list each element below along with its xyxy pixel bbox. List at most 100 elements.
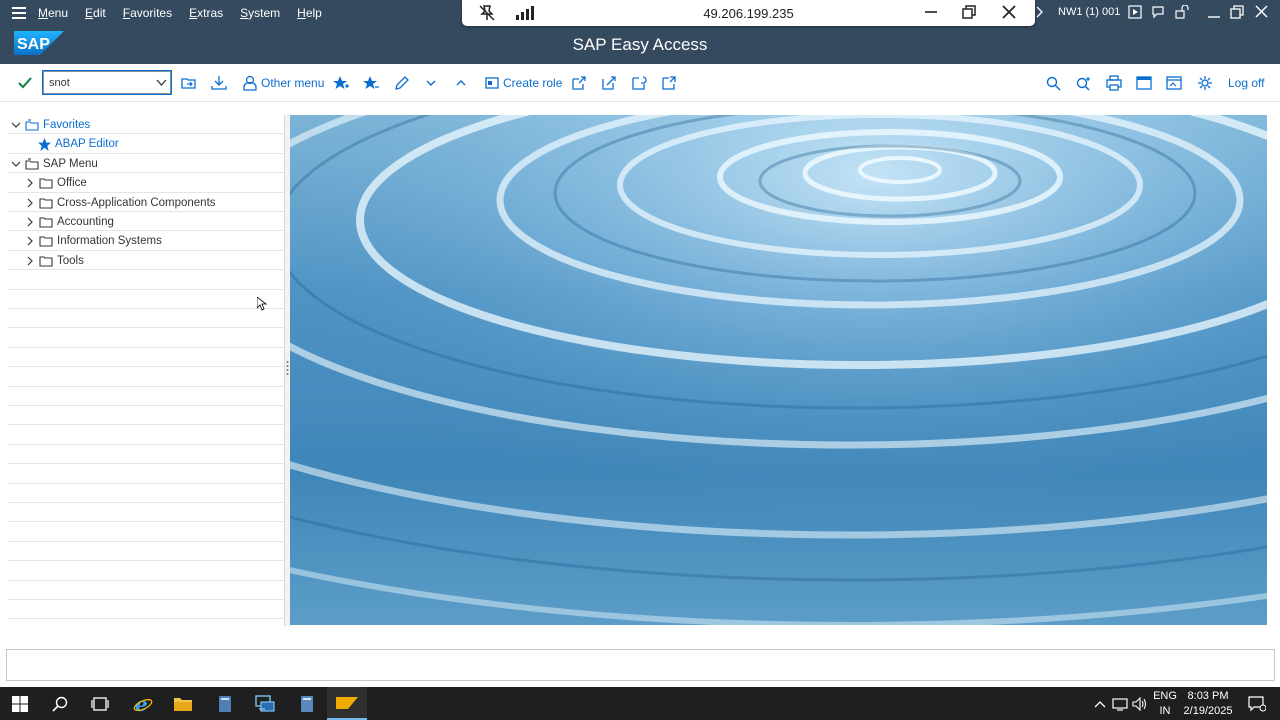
tree-row-tools[interactable]: Tools (8, 251, 285, 271)
chevron-right-icon[interactable] (24, 177, 36, 189)
windows-start-icon[interactable] (0, 687, 40, 720)
find-icon[interactable] (1046, 73, 1061, 93)
sap-gui-icon[interactable] (287, 687, 327, 720)
command-field[interactable] (42, 70, 172, 95)
remote-close-icon[interactable] (1002, 5, 1016, 22)
tree-row-empty (8, 522, 285, 542)
chevron-down-icon[interactable] (10, 119, 22, 131)
internet-explorer-icon[interactable]: e (123, 687, 163, 720)
windows-taskbar: e ENG IN 8:03 PM 2/19/2025 (0, 687, 1280, 720)
sap-close-icon[interactable] (1255, 5, 1268, 21)
folder-role-icon (25, 158, 39, 170)
assign-users-icon[interactable] (571, 73, 587, 93)
chevron-down-icon[interactable] (156, 77, 167, 91)
open-folder-icon[interactable] (181, 73, 197, 93)
file-explorer-icon[interactable] (163, 687, 203, 720)
tree-node[interactable]: Accounting (24, 214, 114, 230)
clock-date[interactable]: 2/19/2025 (1178, 705, 1238, 717)
create-role-icon (485, 77, 499, 89)
notifications-icon[interactable] (1242, 687, 1272, 720)
expand-subtree-icon[interactable] (631, 73, 647, 93)
tree-row-sap-menu[interactable]: SAP Menu (8, 154, 285, 174)
sap-minimize-icon[interactable] (1207, 5, 1221, 22)
system-client-label[interactable]: NW1 (1) 001 (1058, 6, 1120, 18)
remote-restore-icon[interactable] (962, 5, 976, 22)
menu-system[interactable]: System (240, 6, 280, 20)
edit-pencil-icon[interactable] (394, 73, 410, 93)
tree-node[interactable]: ABAP Editor (38, 136, 119, 152)
find-next-icon[interactable] (1076, 73, 1092, 93)
tree-node-label: Cross-Application Components (57, 196, 216, 209)
remote-desktop-icon[interactable] (245, 687, 285, 720)
tree-row-abap-editor[interactable]: ABAP Editor (8, 134, 285, 154)
chevron-up-icon[interactable] (1090, 687, 1110, 720)
chevron-right-icon[interactable] (24, 235, 36, 247)
tree-row-empty (8, 270, 285, 290)
new-session-icon[interactable] (1136, 73, 1152, 93)
task-view-icon[interactable] (80, 687, 120, 720)
tree-row-office[interactable]: Office (8, 173, 285, 193)
chevron-right-icon[interactable] (24, 216, 36, 228)
clock-time[interactable]: 8:03 PM (1178, 690, 1238, 702)
chevron-right-icon[interactable] (24, 197, 36, 209)
network-icon[interactable] (1110, 687, 1130, 720)
tree-row-empty (8, 484, 285, 503)
tree-row-information-systems[interactable]: Information Systems (8, 231, 285, 251)
tree-row-empty (8, 445, 285, 465)
tree-row-empty (8, 309, 285, 329)
tree-node-label: Information Systems (57, 235, 162, 248)
enter-check-icon[interactable] (17, 73, 33, 93)
delete-favorite-icon[interactable] (363, 73, 379, 93)
tree-node[interactable]: Favorites (10, 117, 90, 133)
chevron-right-icon[interactable] (1036, 6, 1044, 21)
tree-node[interactable]: Information Systems (24, 233, 162, 249)
lock-unlocked-icon[interactable] (1175, 4, 1189, 22)
print-icon[interactable] (1106, 73, 1122, 93)
status-bar (6, 649, 1275, 681)
search-icon[interactable] (40, 687, 80, 720)
tree-node[interactable]: Cross-Application Components (24, 195, 216, 211)
folder-icon (39, 217, 53, 228)
tree-node[interactable]: SAP Menu (10, 156, 98, 172)
customize-layout-icon[interactable] (1197, 73, 1213, 93)
menu-favorites[interactable]: Favorites (123, 6, 172, 20)
move-up-icon[interactable] (455, 73, 467, 93)
volume-icon[interactable] (1130, 687, 1150, 720)
tree-row-empty (8, 464, 285, 484)
star-icon (38, 137, 51, 151)
menu-extras[interactable]: Extras (189, 6, 223, 20)
hamburger-menu-icon[interactable] (0, 0, 38, 26)
move-down-icon[interactable] (425, 73, 437, 93)
tree-row-empty (8, 290, 285, 309)
sap-logon-icon[interactable] (205, 687, 245, 720)
menu-edit[interactable]: Edit (85, 6, 106, 20)
generate-shortcut-icon[interactable] (1166, 73, 1182, 93)
add-favorite-icon[interactable] (333, 73, 349, 93)
menu-menu[interactable]: Menu (38, 6, 68, 20)
create-role-button[interactable]: Create role (485, 73, 562, 93)
sap-restore-icon[interactable] (1230, 5, 1244, 22)
message-icon[interactable] (1151, 5, 1165, 22)
tree-row-empty (8, 387, 285, 406)
language-indicator-top[interactable]: ENG (1152, 690, 1178, 702)
tree-node[interactable]: Tools (24, 253, 84, 269)
splitter-grip-icon[interactable] (286, 360, 289, 379)
chevron-right-icon[interactable] (24, 255, 36, 267)
tree-row-empty (8, 600, 285, 620)
log-off-button[interactable]: Log off (1228, 76, 1264, 90)
documentation-icon[interactable] (601, 73, 617, 93)
tree-row-favorites[interactable]: Favorites (8, 115, 285, 135)
language-indicator-bottom[interactable]: IN (1152, 705, 1178, 717)
tree-row-cross-application[interactable]: Cross-Application Components (8, 193, 285, 212)
sap-easy-access-task-icon[interactable] (327, 687, 367, 720)
tree-row-accounting[interactable]: Accounting (8, 212, 285, 232)
chevron-down-icon[interactable] (10, 158, 22, 170)
remote-minimize-icon[interactable] (924, 3, 938, 20)
command-input[interactable] (49, 73, 153, 92)
other-menu-button[interactable]: Other menu (243, 73, 324, 93)
menu-help[interactable]: Help (297, 6, 322, 20)
tree-node[interactable]: Office (24, 175, 87, 191)
download-icon[interactable] (211, 73, 227, 93)
collapse-subtree-icon[interactable] (661, 73, 677, 93)
play-icon[interactable] (1128, 5, 1142, 22)
